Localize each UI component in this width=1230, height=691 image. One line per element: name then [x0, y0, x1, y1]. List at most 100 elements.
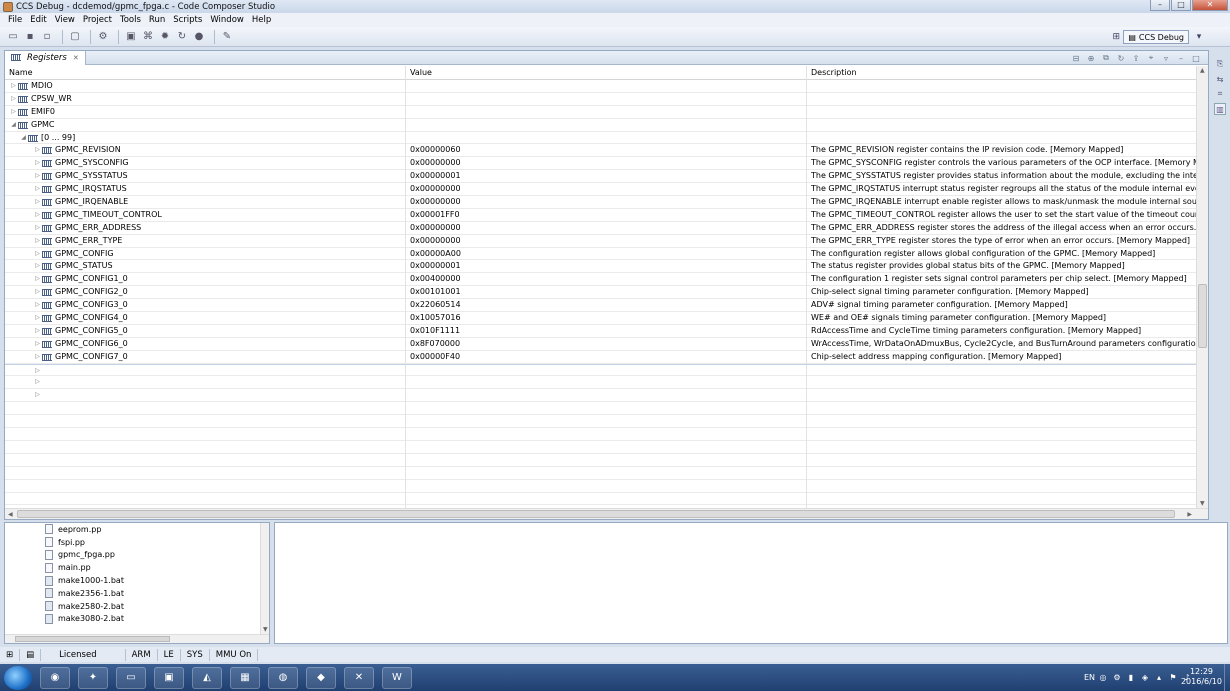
register-value[interactable]: 0x00000F40	[406, 350, 807, 364]
register-value[interactable]: 0x10057016	[406, 312, 807, 325]
expand-arrow-icon[interactable]: ▷	[33, 338, 42, 351]
column-description[interactable]: Description	[807, 66, 1197, 80]
editor-area[interactable]	[274, 522, 1228, 644]
save-all-icon[interactable]: ▫	[40, 30, 54, 44]
minimize-button[interactable]: –	[1150, 0, 1170, 11]
table-row[interactable]: ▷ GPMC_SYSSTATUS 0x00000001 The GPMC_SYSSTA…	[5, 170, 1197, 184]
pin-view-icon[interactable]: ⌖	[1145, 52, 1157, 64]
register-value[interactable]: 0x00001FF0	[406, 208, 807, 222]
table-row[interactable]: ▷ GPMC_ERR_ADDRESS 0x00000000 The GPMC_ERR_…	[5, 221, 1197, 235]
app-x-icon[interactable]: ✕	[344, 666, 374, 689]
register-value[interactable]: 0x22060514	[406, 299, 807, 313]
table-row[interactable]: ▷ GPMC_REVISION 0x00000060 The GPMC_REVISIO…	[5, 144, 1197, 158]
table-row[interactable]: ▷ EMIF0	[5, 105, 1197, 119]
build-gear-icon[interactable]: ⚙	[96, 30, 110, 44]
table-row[interactable]: ▷ GPMC_CONFIG5_0 0x010F1111 RdAccessTime an…	[5, 324, 1197, 338]
expand-arrow-icon[interactable]: ▷	[33, 196, 42, 209]
perspective-menu-icon[interactable]: ▾	[1192, 30, 1206, 44]
link-icon[interactable]: ⌘	[141, 30, 155, 44]
list-item[interactable]: main.pp	[5, 561, 269, 574]
calculator-icon[interactable]: ▦	[230, 666, 260, 689]
clipboard-icon[interactable]: ▤	[20, 648, 42, 661]
refresh-view-icon[interactable]: ↻	[1115, 52, 1127, 64]
expand-arrow-icon[interactable]: ▷	[33, 183, 42, 196]
expand-arrow-icon[interactable]: ▷	[9, 93, 18, 106]
settings-tray-icon[interactable]: ⚙	[1112, 673, 1122, 682]
scroll-right-icon[interactable]: ▶	[1187, 511, 1192, 518]
filter-icon[interactable]: ⧉	[1100, 52, 1112, 64]
menu-scripts[interactable]: Scripts	[169, 15, 206, 25]
close-tab-icon[interactable]: ✕	[73, 54, 79, 62]
table-row[interactable]: ▷ GPMC_CONFIG1_0 0x00400000 The configurati…	[5, 273, 1197, 287]
expand-arrow-icon[interactable]: ▷	[33, 222, 42, 235]
expand-arrow-icon[interactable]: ▷	[33, 144, 42, 157]
table-row[interactable]: ◢ [0 ... 99]	[5, 131, 1197, 145]
help-tray-icon[interactable]: ◎	[1098, 673, 1108, 682]
menu-edit[interactable]: Edit	[26, 15, 50, 25]
folder-icon[interactable]: ▭	[116, 666, 146, 689]
expand-arrow-icon[interactable]: ▷	[9, 106, 18, 119]
scroll-left-icon[interactable]: ◀	[8, 511, 13, 518]
register-value[interactable]: 0x00101001	[406, 286, 807, 300]
expand-arrow-icon[interactable]: ▷	[33, 389, 42, 402]
register-value[interactable]: 0x00000000	[406, 157, 807, 171]
collapse-all-icon[interactable]: ⊟	[1070, 52, 1082, 64]
table-row[interactable]: ▷	[5, 376, 1197, 390]
table-row[interactable]: ▷ MDIO	[5, 80, 1197, 93]
debug-bug-icon[interactable]: ✹	[158, 30, 172, 44]
register-value[interactable]: 0x00000A00	[406, 247, 807, 261]
register-value[interactable]: 0x00000001	[406, 170, 807, 184]
expand-arrow-icon[interactable]: ▷	[33, 351, 42, 364]
table-row[interactable]: ▷ GPMC_CONFIG 0x00000A00 The configuration …	[5, 247, 1197, 261]
expand-arrow-icon[interactable]: ▷	[33, 273, 42, 286]
ccs-taskbar-icon[interactable]: ◆	[306, 666, 336, 689]
browser-icon[interactable]: ◉	[40, 666, 70, 689]
table-row[interactable]: ▷ GPMC_IRQENABLE 0x00000000 The GPMC_IRQENA…	[5, 196, 1197, 209]
expand-arrow-icon[interactable]: ▷	[33, 260, 42, 273]
expand-arrow-icon[interactable]: ▷	[9, 80, 18, 93]
tab-registers[interactable]: Registers ✕	[5, 50, 86, 65]
list-item[interactable]: make2356-1.bat	[5, 587, 269, 600]
expand-arrow-icon[interactable]: ▷	[33, 209, 42, 222]
menu-help[interactable]: Help	[248, 15, 275, 25]
network-tray-icon[interactable]: ▮	[1126, 673, 1136, 682]
register-value[interactable]: 0x00400000	[406, 273, 807, 287]
new-icon[interactable]: ▭	[6, 30, 20, 44]
maximize-view-icon[interactable]: □	[1190, 52, 1202, 64]
terminal-icon[interactable]: ▣	[124, 30, 138, 44]
clock[interactable]: 12:29 2016/6/10	[1181, 667, 1222, 687]
menu-window[interactable]: Window	[206, 15, 248, 25]
tool-icon[interactable]: ✦	[78, 666, 108, 689]
column-name[interactable]: Name	[5, 66, 406, 80]
perspective-ccs-debug-button[interactable]: ▤ CCS Debug	[1123, 30, 1189, 44]
scroll-thumb[interactable]	[15, 636, 170, 642]
table-row[interactable]: ▷ GPMC_CONFIG4_0 0x10057016 WE# and OE# sig…	[5, 312, 1197, 325]
register-value[interactable]: 0x00000000	[406, 221, 807, 235]
menu-file[interactable]: File	[4, 15, 26, 25]
open-console-icon[interactable]: ▢	[68, 30, 82, 44]
list-item[interactable]: make1000-1.bat	[5, 574, 269, 587]
expand-arrow-icon[interactable]: ▷	[33, 286, 42, 299]
expand-arrow-icon[interactable]: ▷	[33, 170, 42, 183]
register-value[interactable]: 0x00000000	[406, 183, 807, 197]
fast-view-icon[interactable]: ⊞	[0, 648, 21, 661]
list-item[interactable]: fspi.pp	[5, 536, 269, 549]
expand-arrow-icon[interactable]: ▷	[33, 299, 42, 312]
expand-arrow-icon[interactable]: ▷	[33, 157, 42, 170]
expand-arrow-icon[interactable]: ▷	[33, 312, 42, 325]
table-row[interactable]: ▷ GPMC_IRQSTATUS 0x00000000 The GPMC_IRQSTA…	[5, 183, 1197, 197]
collapse-arrow-icon[interactable]: ◢	[19, 132, 28, 145]
table-row[interactable]: ▷ CPSW_WR	[5, 92, 1197, 106]
register-value[interactable]: 0x00000000	[406, 196, 807, 209]
scroll-thumb[interactable]	[17, 510, 1175, 518]
start-button[interactable]	[4, 665, 32, 690]
register-value[interactable]: 0x8F070000	[406, 337, 807, 351]
table-row[interactable]: ▷	[5, 389, 1197, 403]
menu-tools[interactable]: Tools	[116, 15, 145, 25]
register-value[interactable]: 0x010F1111	[406, 324, 807, 338]
minimize-view-icon[interactable]: –	[1175, 52, 1187, 64]
table-row[interactable]: ▷	[5, 363, 1197, 378]
table-row[interactable]: ▷ GPMC_CONFIG2_0 0x00101001 Chip-select sig…	[5, 286, 1197, 300]
restore-icon[interactable]: ⎘	[1214, 58, 1226, 70]
table-row[interactable]: ▷ GPMC_CONFIG6_0 0x8F070000 WrAccessTime, W…	[5, 337, 1197, 351]
